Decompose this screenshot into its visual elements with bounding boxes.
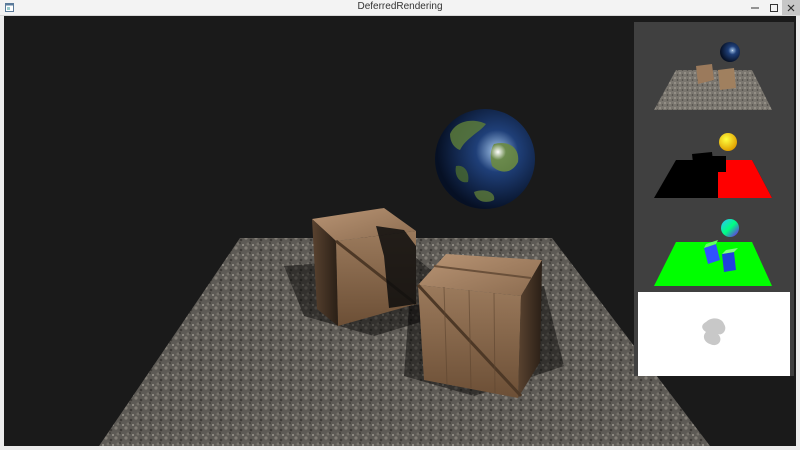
close-button[interactable] <box>782 0 800 15</box>
maximize-icon <box>770 3 778 12</box>
normal-view[interactable] <box>634 202 794 286</box>
window-title: DeferredRendering <box>357 1 443 12</box>
position-view[interactable] <box>634 116 794 200</box>
back-crate <box>312 208 417 326</box>
front-crate <box>416 254 542 398</box>
gbuffer-panel <box>634 22 794 376</box>
light-view[interactable] <box>638 292 790 376</box>
maximize-button[interactable] <box>766 0 782 15</box>
window-frame-bottom <box>0 446 800 450</box>
close-icon <box>787 4 795 11</box>
window-frame-right <box>796 16 800 450</box>
main-scene <box>99 109 710 446</box>
title-bar: DeferredRendering <box>0 0 800 16</box>
minimize-button[interactable] <box>744 0 766 15</box>
minimize-icon <box>751 7 759 8</box>
render-viewport[interactable] <box>4 16 796 446</box>
earth-globe <box>435 109 535 209</box>
